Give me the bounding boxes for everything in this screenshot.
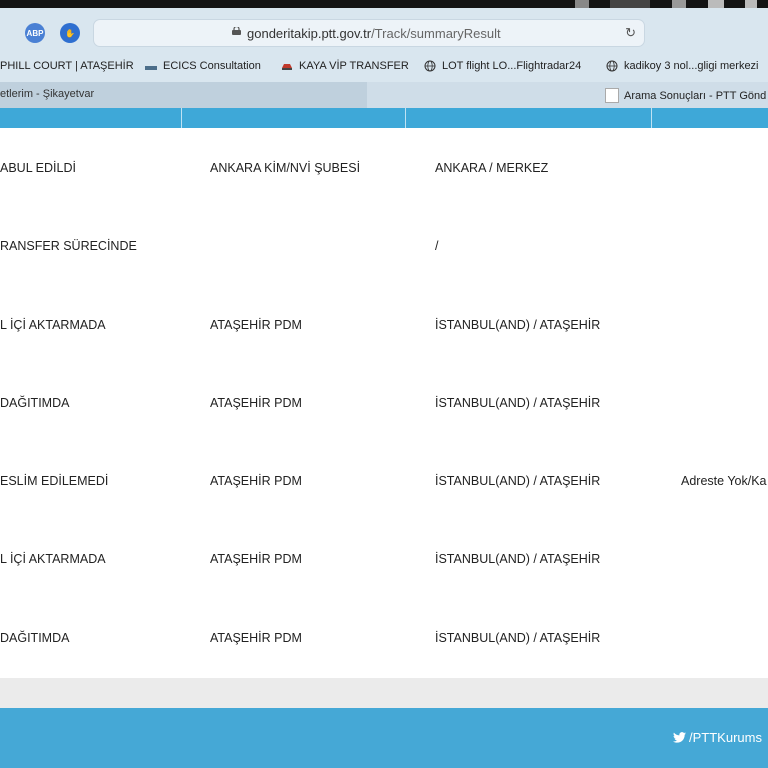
location-cell: İSTANBUL(AND) / ATAŞEHİR [435,631,601,645]
status-cell: ABUL EDİLDİ [0,161,76,175]
globe-icon [424,60,436,72]
document-icon [605,88,619,103]
menubar-icon [575,0,589,8]
twitter-link[interactable]: /PTTKurums [673,730,762,745]
adblock-plus-icon[interactable]: ABP [25,23,45,43]
bookmark-label: KAYA VİP TRANSFER [299,60,409,72]
lock-icon [232,27,241,35]
location-cell: İSTANBUL(AND) / ATAŞEHİR [435,474,601,488]
url-text: gonderitakip.ptt.gov.tr/Track/summaryRes… [247,26,501,41]
tab-label: Arama Sonuçları - PTT Gönd [624,89,767,102]
status-cell: ESLİM EDİLEMEDİ [0,474,109,488]
table-row: RANSFER SÜRECİNDE / [0,206,768,284]
column-divider [181,108,182,128]
bookmark-item[interactable]: LOT flight LO...Flightradar24 [424,60,581,72]
page-background [0,678,768,708]
column-divider [405,108,406,128]
status-cell: DAĞITIMDA [0,631,70,645]
menubar-icon [745,0,757,8]
ecics-icon [145,65,157,70]
branch-cell: ANKARA KİM/NVİ ŞUBESİ [210,161,361,175]
note-cell: Adreste Yok/Ka [681,474,767,488]
address-bar[interactable]: gonderitakip.ptt.gov.tr/Track/summaryRes… [93,19,645,47]
bookmark-item[interactable]: ECICS Consultation [145,60,261,72]
bookmark-label: LOT flight LO...Flightradar24 [442,60,582,72]
status-cell: L İÇİ AKTARMADA [0,552,106,566]
url-host: gonderitakip.ptt.gov.tr [247,26,372,41]
location-cell: / [435,239,439,253]
branch-cell: ATAŞEHİR PDM [210,318,302,332]
location-cell: İSTANBUL(AND) / ATAŞEHİR [435,396,601,410]
table-row: DAĞITIMDA ATAŞEHİR PDM İSTANBUL(AND) / A… [0,598,768,676]
location-cell: ANKARA / MERKEZ [435,161,549,175]
bookmark-label: PHILL COURT | ATAŞEHİR [0,60,134,72]
status-cell: RANSFER SÜRECİNDE [0,239,137,253]
table-row: L İÇİ AKTARMADA ATAŞEHİR PDM İSTANBUL(AN… [0,285,768,363]
bookmark-item[interactable]: kadikoy 3 nol...gligi merkezi [606,60,759,72]
bookmark-label: ECICS Consultation [163,60,261,72]
column-divider [651,108,652,128]
location-cell: İSTANBUL(AND) / ATAŞEHİR [435,552,601,566]
table-row: ABUL EDİLDİ ANKARA KİM/NVİ ŞUBESİ ANKARA… [0,128,768,206]
status-cell: DAĞITIMDA [0,396,70,410]
table-row: L İÇİ AKTARMADA ATAŞEHİR PDM İSTANBUL(AN… [0,519,768,597]
adblock-plus-label: ABP [26,28,44,38]
table-row: DAĞITIMDA ATAŞEHİR PDM İSTANBUL(AND) / A… [0,363,768,441]
twitter-icon [673,732,686,743]
branch-cell: ATAŞEHİR PDM [210,552,302,566]
branch-cell: ATAŞEHİR PDM [210,474,302,488]
tab-ptt-search-results[interactable]: Arama Sonuçları - PTT Gönd [605,88,766,103]
bookmark-item[interactable]: KAYA VİP TRANSFER [281,60,409,72]
globe-icon [606,60,618,72]
branch-cell: ATAŞEHİR PDM [210,396,302,410]
bookmarks-bar: PHILL COURT | ATAŞEHİR ECICS Consultatio… [0,56,768,82]
stop-hand-icon[interactable]: ✋ [60,23,80,43]
tab-label: etlerim - Şikayetvar [0,88,95,100]
menubar-icon [610,0,650,8]
site-footer: /PTTKurums [0,708,768,768]
menubar-icon [708,0,724,8]
bookmark-label: kadikoy 3 nol...gligi merkezi [624,60,759,72]
stop-hand-label: ✋ [65,28,75,38]
tab-strip: etlerim - Şikayetvar Arama Sonuçları - P… [0,82,768,108]
browser-toolbar: ABP ✋ gonderitakip.ptt.gov.tr/Track/summ… [0,8,768,56]
url-path: /Track/summaryResult [371,26,501,41]
branch-cell: ATAŞEHİR PDM [210,631,302,645]
reload-icon[interactable]: ↻ [625,25,636,41]
tab-sikayetvar[interactable]: etlerim - Şikayetvar [0,82,367,108]
table-header-bar [0,108,768,128]
car-icon [282,64,292,70]
window-top-strip [0,0,768,8]
menubar-icon [672,0,686,8]
bookmark-item[interactable]: PHILL COURT | ATAŞEHİR [0,60,134,72]
twitter-handle: /PTTKurums [689,730,762,745]
status-cell: L İÇİ AKTARMADA [0,318,106,332]
table-row: ESLİM EDİLEMEDİ ATAŞEHİR PDM İSTANBUL(AN… [0,441,768,519]
location-cell: İSTANBUL(AND) / ATAŞEHİR [435,318,601,332]
tracking-table: ABUL EDİLDİ ANKARA KİM/NVİ ŞUBESİ ANKARA… [0,128,768,678]
